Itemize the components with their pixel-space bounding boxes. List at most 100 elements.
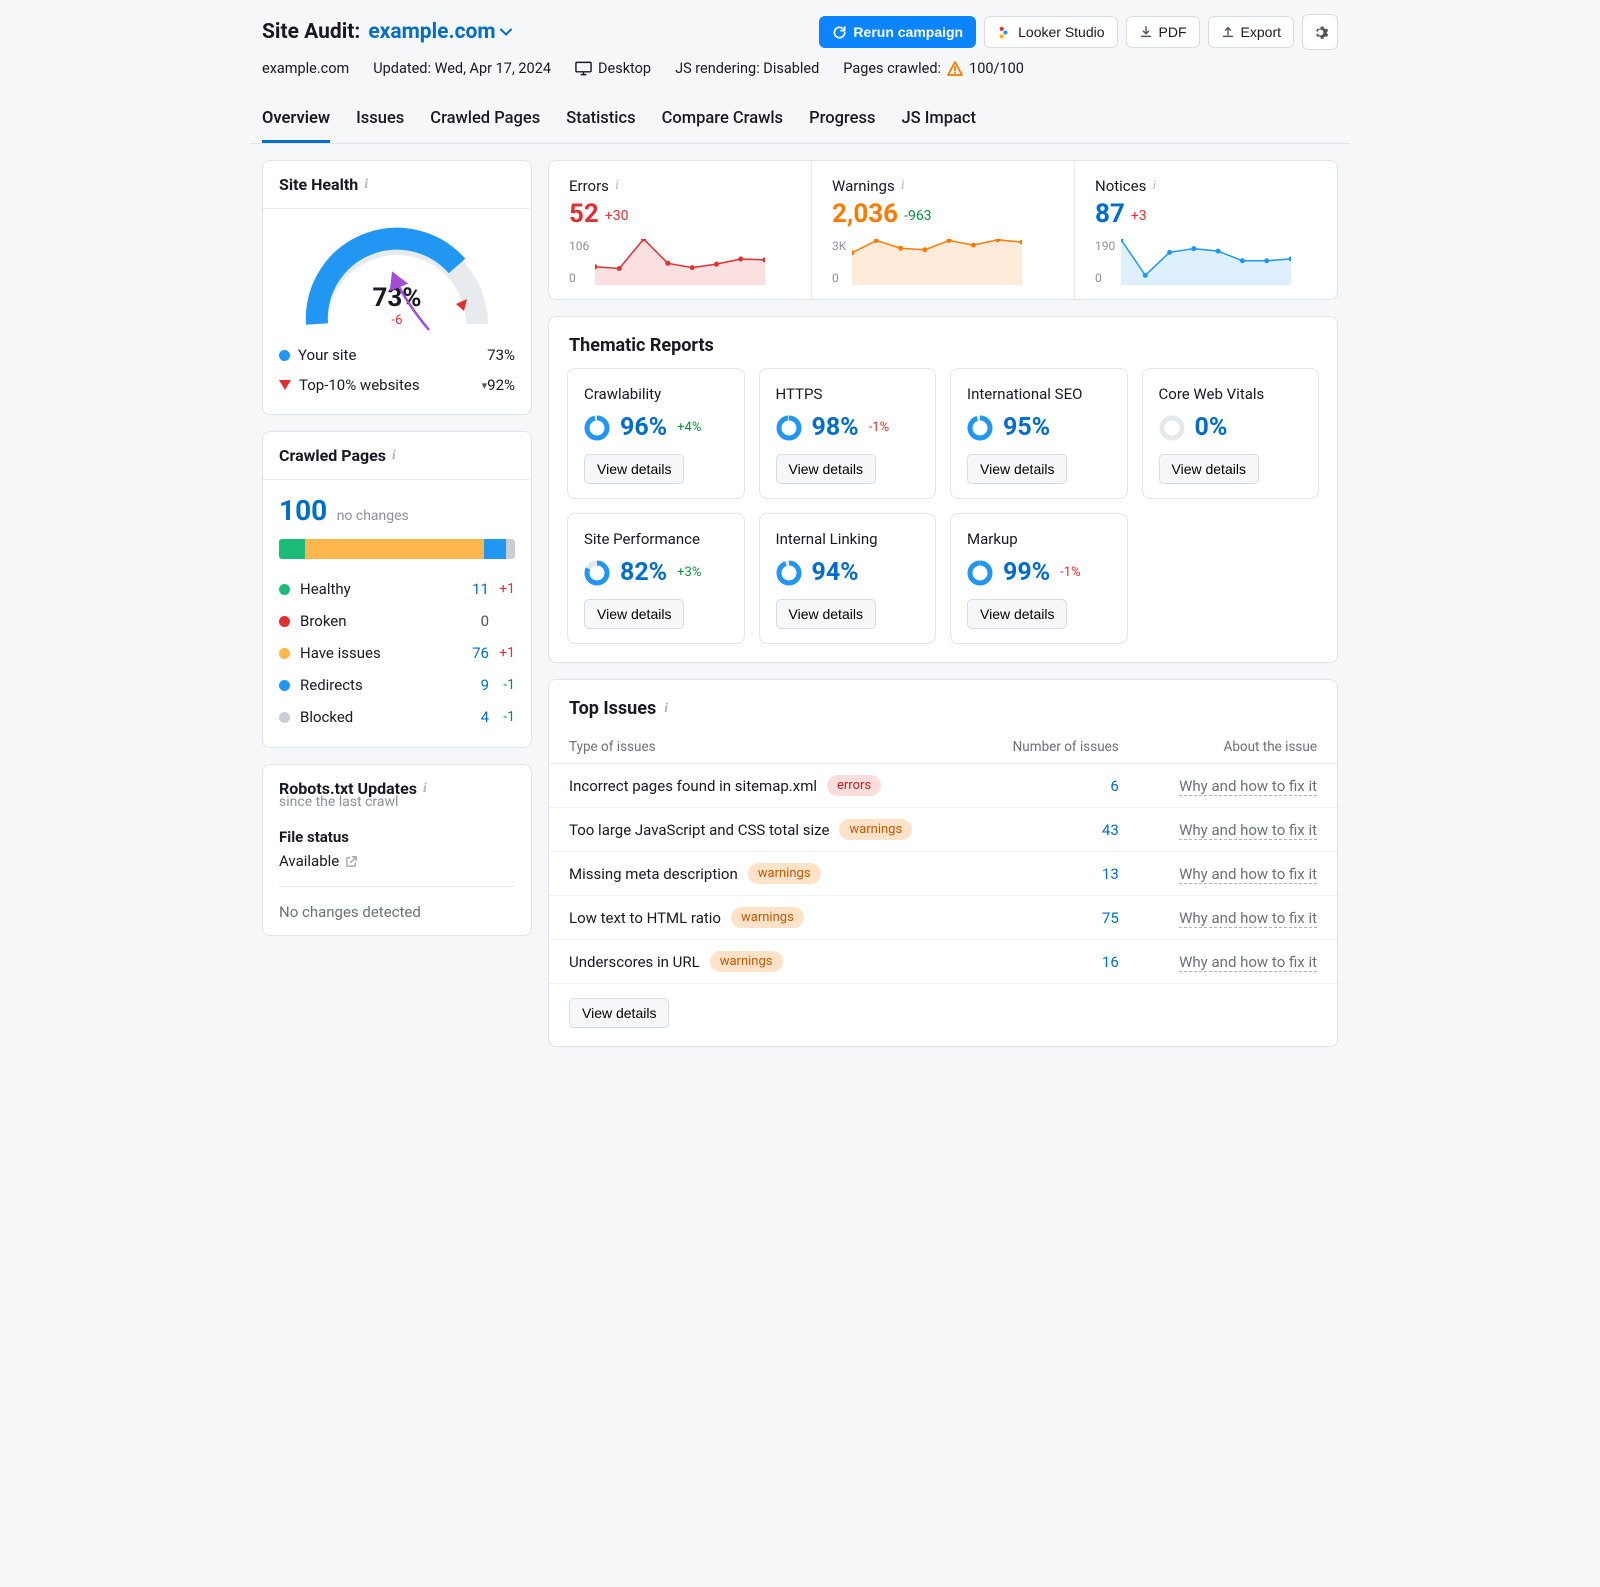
warnings-value: 2,036 <box>832 199 898 229</box>
spark-max: 3K <box>832 239 846 253</box>
crawled-row[interactable]: Blocked4-1 <box>279 701 515 733</box>
download-icon <box>1139 25 1153 39</box>
export-button[interactable]: Export <box>1208 16 1294 48</box>
legend-label: Top-10% websites <box>299 376 478 394</box>
issue-count[interactable]: 6 <box>976 764 1139 808</box>
view-details-button[interactable]: View details <box>967 599 1067 629</box>
crawled-row[interactable]: Healthy11+1 <box>279 573 515 605</box>
info-icon[interactable]: i <box>615 178 619 194</box>
view-details-button[interactable]: View details <box>584 454 684 484</box>
fix-link[interactable]: Why and how to fix it <box>1179 865 1317 884</box>
view-details-button[interactable]: View details <box>569 998 669 1028</box>
crawled-label: Broken <box>300 612 459 630</box>
tab-crawled-pages[interactable]: Crawled Pages <box>430 99 540 143</box>
bar-segment <box>506 539 515 559</box>
crawled-delta: -1 <box>489 677 515 693</box>
crawled-row[interactable]: Redirects9-1 <box>279 669 515 701</box>
info-icon[interactable]: i <box>392 448 396 464</box>
thematic-pct: 0% <box>1195 413 1228 442</box>
issue-name[interactable]: Underscores in URL <box>569 953 700 971</box>
view-details-button[interactable]: View details <box>776 454 876 484</box>
legend-row[interactable]: Top-10% websites▾92% <box>279 370 515 400</box>
col-type: Type of issues <box>549 731 976 764</box>
crawled-row[interactable]: Have issues76+1 <box>279 637 515 669</box>
fix-link[interactable]: Why and how to fix it <box>1179 909 1317 928</box>
tab-compare-crawls[interactable]: Compare Crawls <box>662 99 783 143</box>
issue-count[interactable]: 13 <box>976 852 1139 896</box>
issue-name[interactable]: Incorrect pages found in sitemap.xml <box>569 777 817 795</box>
issue-count[interactable]: 75 <box>976 896 1139 940</box>
thematic-delta: -1% <box>1060 565 1080 580</box>
domain-selector[interactable]: example.com <box>368 20 511 44</box>
errors-cell[interactable]: Errorsi52+301060 <box>549 161 811 299</box>
thematic-delta: +3% <box>677 565 701 580</box>
thematic-pct: 82% <box>620 558 667 587</box>
issue-name[interactable]: Low text to HTML ratio <box>569 909 721 927</box>
tab-js-impact[interactable]: JS Impact <box>901 99 976 143</box>
legend-value: 73% <box>487 346 515 364</box>
col-number: Number of issues <box>976 731 1139 764</box>
donut-icon <box>584 560 610 586</box>
site-health-card: Site Health i 73% -6 Your site73%Top-10%… <box>262 160 532 415</box>
notices-value: 87 <box>1095 199 1125 229</box>
notices-cell[interactable]: Noticesi87+31900 <box>1074 161 1337 299</box>
tab-statistics[interactable]: Statistics <box>566 99 635 143</box>
settings-button[interactable] <box>1302 14 1338 50</box>
thematic-delta: +4% <box>677 420 701 435</box>
view-details-button[interactable]: View details <box>1159 454 1259 484</box>
info-icon[interactable]: i <box>664 701 668 717</box>
crawled-pages-title: Crawled Pages <box>279 446 386 465</box>
crawled-row[interactable]: Broken0 <box>279 605 515 637</box>
meta-domain: example.com <box>262 60 349 77</box>
meta-device: Desktop <box>575 60 651 77</box>
issue-badge: warnings <box>731 907 804 928</box>
refresh-icon <box>832 25 847 40</box>
issue-badge: warnings <box>748 863 821 884</box>
rerun-campaign-button[interactable]: Rerun campaign <box>819 16 976 48</box>
fix-link[interactable]: Why and how to fix it <box>1179 953 1317 972</box>
issue-count[interactable]: 16 <box>976 940 1139 984</box>
pdf-button[interactable]: PDF <box>1126 16 1200 48</box>
view-details-button[interactable]: View details <box>584 599 684 629</box>
crawled-count: 4 <box>459 708 489 726</box>
robots-status-value[interactable]: Available <box>279 852 339 870</box>
gauge-percent: 73% <box>372 283 421 313</box>
info-icon[interactable]: i <box>1152 178 1156 194</box>
info-icon[interactable]: i <box>364 177 368 193</box>
notices-delta: +3 <box>1131 208 1147 224</box>
fix-link[interactable]: Why and how to fix it <box>1179 821 1317 840</box>
warnings-label: Warnings <box>832 177 895 195</box>
notices-sparkline <box>1121 239 1291 285</box>
issue-badge: errors <box>827 775 881 796</box>
tab-progress[interactable]: Progress <box>809 99 875 143</box>
info-icon[interactable]: i <box>901 178 905 194</box>
spark-min: 0 <box>1095 271 1115 285</box>
thematic-card: HTTPS98%-1%View details <box>759 368 937 499</box>
tab-overview[interactable]: Overview <box>262 99 330 143</box>
tab-issues[interactable]: Issues <box>356 99 404 143</box>
info-icon[interactable]: i <box>423 781 427 797</box>
view-details-button[interactable]: View details <box>967 454 1067 484</box>
issue-count[interactable]: 43 <box>976 808 1139 852</box>
issue-name[interactable]: Too large JavaScript and CSS total size <box>569 821 829 839</box>
legend-label: Your site <box>298 346 487 364</box>
thematic-card: Core Web Vitals0%View details <box>1142 368 1320 499</box>
status-dot-icon <box>279 616 290 627</box>
warnings-cell[interactable]: Warningsi2,036-9633K0 <box>811 161 1074 299</box>
robots-sub: since the last crawl <box>263 794 531 822</box>
thematic-title: Site Performance <box>584 530 728 548</box>
crawled-count: 0 <box>459 612 489 630</box>
warning-icon <box>947 61 963 76</box>
spark-min: 0 <box>832 271 846 285</box>
errors-value: 52 <box>569 199 599 229</box>
main-tabs: Overview Issues Crawled Pages Statistics Com… <box>250 99 1350 144</box>
crawled-delta: +1 <box>489 581 515 597</box>
issue-name[interactable]: Missing meta description <box>569 865 738 883</box>
looker-studio-button[interactable]: Looker Studio <box>984 16 1117 48</box>
crawled-total[interactable]: 100 <box>279 494 327 527</box>
view-details-button[interactable]: View details <box>776 599 876 629</box>
chevron-down-icon <box>500 28 512 36</box>
thematic-card: International SEO95%View details <box>950 368 1128 499</box>
crawled-label: Healthy <box>300 580 459 598</box>
fix-link[interactable]: Why and how to fix it <box>1179 777 1317 796</box>
